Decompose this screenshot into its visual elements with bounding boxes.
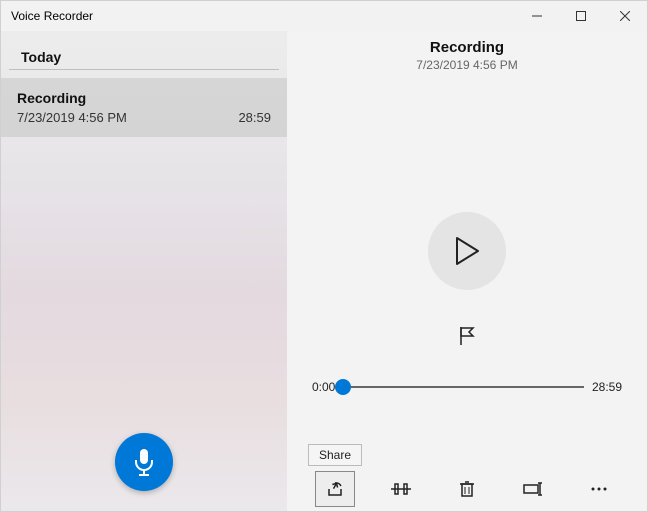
share-icon (326, 480, 344, 498)
trim-icon (391, 481, 411, 497)
player-title: Recording (416, 39, 517, 56)
player-header: Recording 7/23/2019 4:56 PM (416, 39, 517, 72)
share-tooltip: Share (308, 444, 362, 466)
timeline-track[interactable] (343, 386, 584, 388)
bottom-toolbar: Share (287, 467, 647, 511)
content: Today Recording 7/23/2019 4:56 PM 28:59 (1, 31, 647, 511)
record-button[interactable] (115, 433, 173, 491)
timeline-thumb[interactable] (335, 379, 351, 395)
maximize-button[interactable] (559, 1, 603, 31)
player-date: 7/23/2019 4:56 PM (416, 58, 517, 72)
recording-item-title: Recording (17, 90, 271, 106)
recordings-sidebar: Today Recording 7/23/2019 4:56 PM 28:59 (1, 31, 287, 511)
add-marker-button[interactable] (458, 326, 476, 346)
voice-recorder-window: Voice Recorder Today Recording 7/23/2019… (0, 0, 648, 512)
close-button[interactable] (603, 1, 647, 31)
timeline-start: 0:00 (312, 380, 335, 394)
flag-icon (458, 326, 476, 346)
rename-button[interactable] (513, 471, 553, 507)
titlebar: Voice Recorder (1, 1, 647, 31)
recording-item-duration: 28:59 (238, 110, 271, 125)
section-header-today: Today (9, 31, 279, 70)
play-icon (454, 236, 480, 266)
trim-button[interactable] (381, 471, 421, 507)
microphone-icon (133, 448, 155, 476)
timeline-end: 28:59 (592, 380, 622, 394)
share-button[interactable]: Share (315, 471, 355, 507)
window-controls (515, 1, 647, 31)
more-button[interactable] (579, 471, 619, 507)
ellipsis-icon (590, 486, 608, 492)
trash-icon (459, 480, 475, 498)
recording-item-date: 7/23/2019 4:56 PM (17, 110, 127, 125)
minimize-button[interactable] (515, 1, 559, 31)
recording-item[interactable]: Recording 7/23/2019 4:56 PM 28:59 (1, 78, 287, 137)
timeline: 0:00 28:59 (312, 380, 622, 394)
rename-icon (523, 482, 543, 496)
delete-button[interactable] (447, 471, 487, 507)
player-panel: Recording 7/23/2019 4:56 PM 0:00 (287, 31, 647, 511)
app-title: Voice Recorder (11, 9, 93, 23)
play-button[interactable] (428, 212, 506, 290)
recording-item-meta: 7/23/2019 4:56 PM 28:59 (17, 110, 271, 125)
